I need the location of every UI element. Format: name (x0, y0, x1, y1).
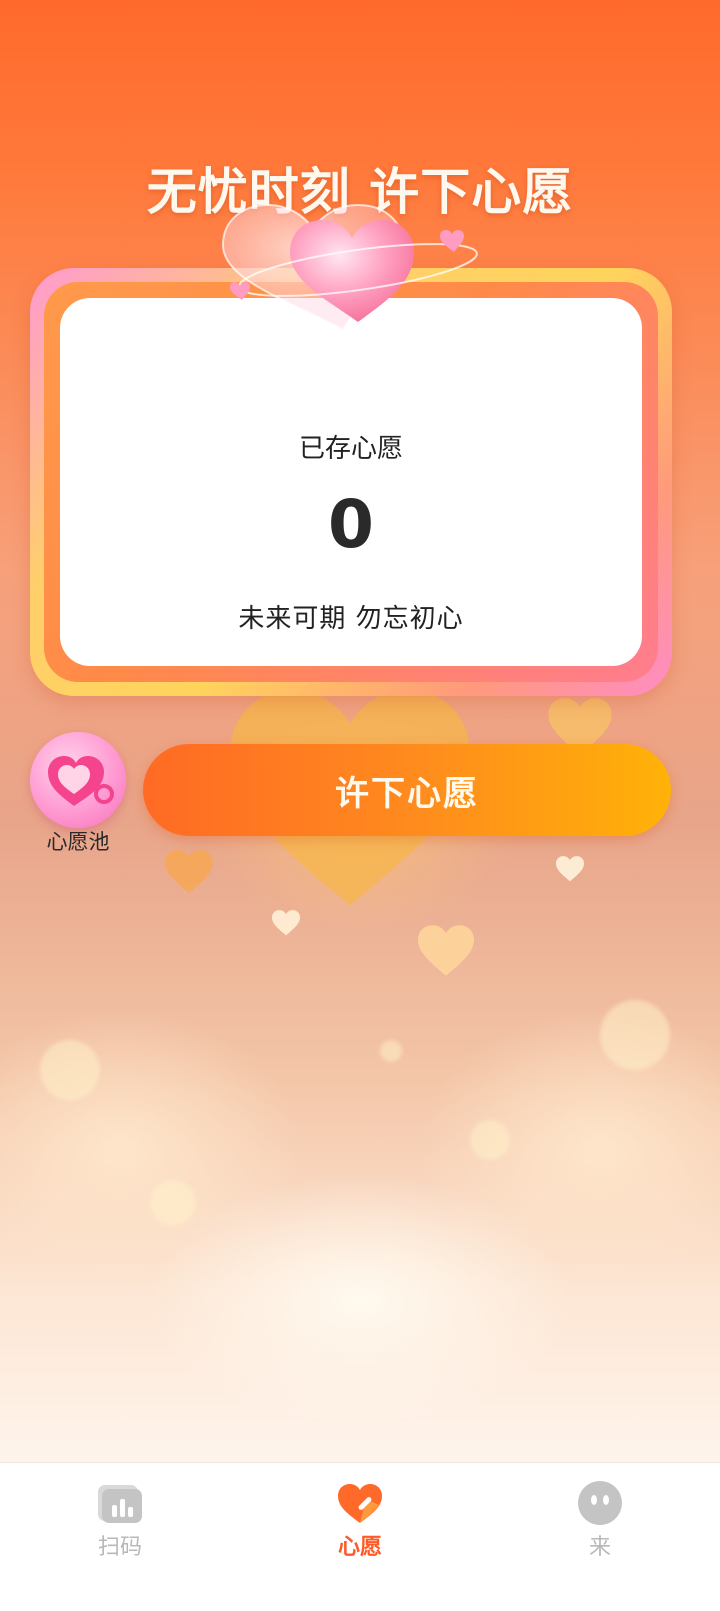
bokeh-light (150, 1180, 196, 1226)
wish-pool-heart-icon (48, 756, 114, 806)
background-heart-icon (165, 850, 213, 894)
tab-wish-label: 心愿 (337, 1535, 382, 1560)
chart-icon (98, 1485, 142, 1523)
wish-pool-button[interactable] (30, 732, 126, 828)
tab-scan[interactable]: 扫码 (0, 1463, 240, 1611)
tab-wish[interactable]: 心愿 (240, 1463, 480, 1611)
bokeh-light (40, 1040, 100, 1100)
tab-scan-label: 扫码 (97, 1535, 142, 1560)
saved-wishes-label: 已存心愿 (298, 434, 403, 464)
tab-come-label: 来 (588, 1535, 611, 1560)
bokeh-light (470, 1120, 510, 1160)
face-icon (578, 1481, 622, 1525)
wish-count-card: 已存心愿 0 未来可期 勿忘初心 (60, 298, 642, 666)
card-slogan: 未来可期 勿忘初心 (238, 604, 464, 634)
bottom-tab-bar: 扫码 心愿 来 (0, 1462, 720, 1611)
saved-wishes-count: 0 (328, 486, 374, 563)
background-heart-icon (272, 910, 300, 936)
bokeh-light (600, 1000, 670, 1070)
bokeh-light (380, 1040, 402, 1062)
card-frame-inner: 已存心愿 0 未来可期 勿忘初心 (44, 282, 658, 682)
wish-pool-label[interactable]: 心愿池 (30, 826, 126, 856)
tab-come[interactable]: 来 (480, 1463, 720, 1611)
glass-heart-icon (221, 203, 478, 332)
background-heart-icon (556, 856, 584, 882)
make-wish-button[interactable]: 许下心愿 (143, 744, 671, 836)
background-heart-icon (418, 925, 474, 976)
heart-pen-icon (338, 1484, 382, 1523)
